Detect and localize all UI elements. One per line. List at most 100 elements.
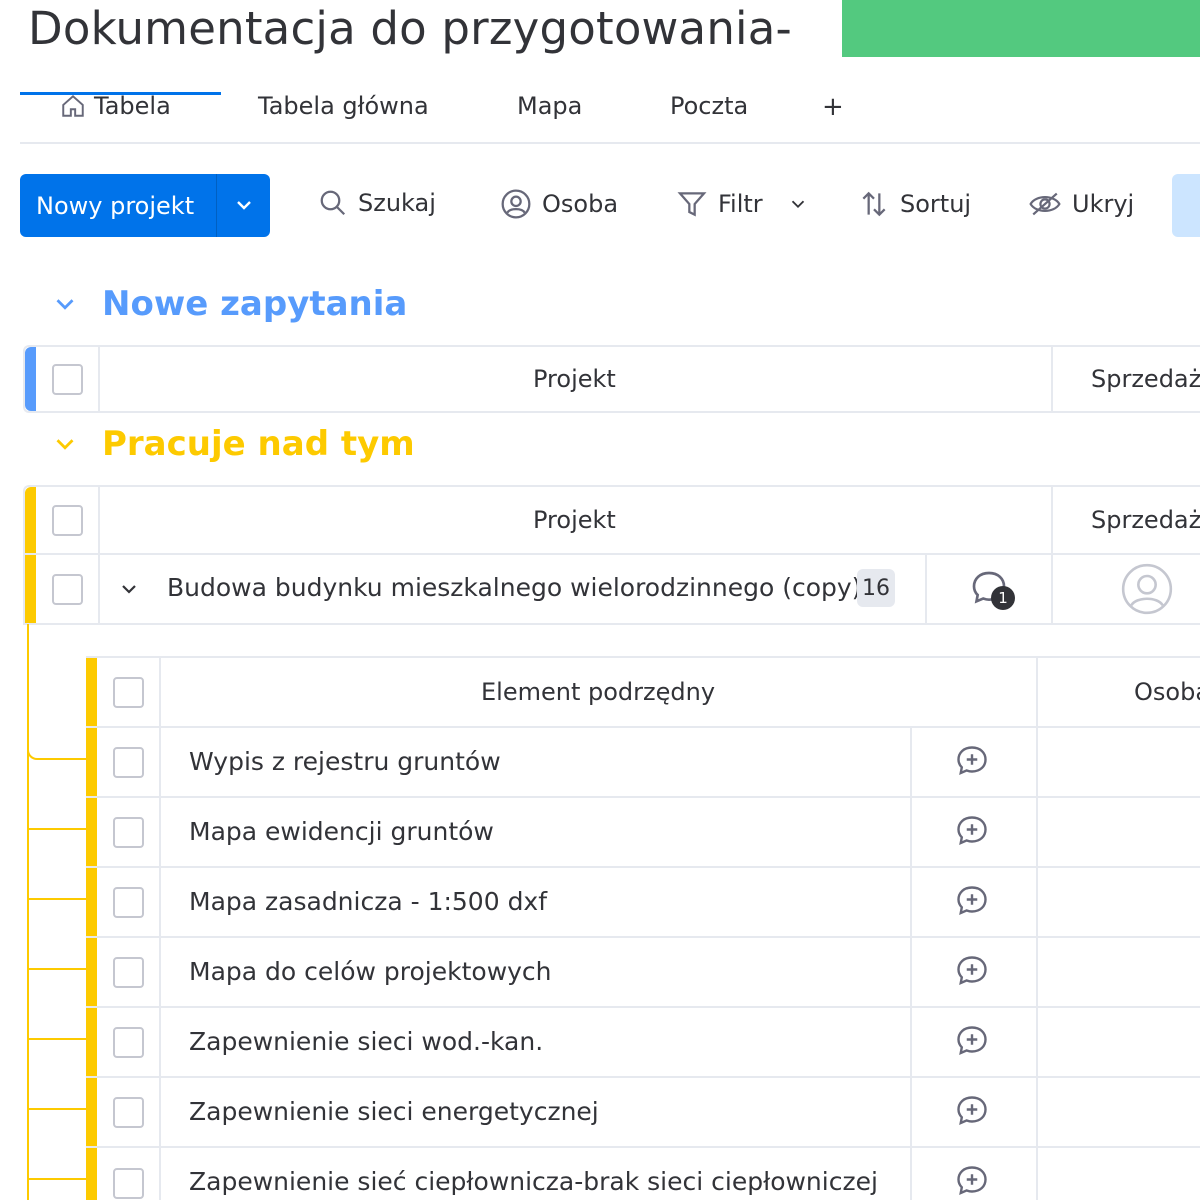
add-view-button[interactable]: +: [822, 92, 844, 122]
chevron-down-icon[interactable]: [787, 193, 809, 215]
filter-label: Filtr: [718, 190, 763, 218]
list-item[interactable]: Mapa do celów projektowych: [86, 938, 1200, 1008]
column-header-project[interactable]: Projekt: [533, 506, 616, 534]
subitem-connector: [27, 1108, 87, 1110]
person-label: Osoba: [542, 190, 619, 218]
row-checkbox[interactable]: [112, 1096, 144, 1128]
chevron-down-icon[interactable]: [50, 289, 80, 319]
add-update-icon[interactable]: [954, 743, 990, 779]
chevron-down-icon[interactable]: [232, 193, 256, 217]
hide-button[interactable]: Ukryj: [1028, 188, 1134, 220]
row-select-cell: [97, 1078, 161, 1146]
updates-button[interactable]: 1: [969, 568, 1015, 612]
subitem-name[interactable]: Zapewnienie sieć ciepłownicza-brak sieci…: [189, 1167, 878, 1196]
tab-tabela[interactable]: Tabela: [60, 92, 171, 120]
subitem-name[interactable]: Mapa ewidencji gruntów: [189, 817, 494, 846]
group-title-nowe-zapytania[interactable]: Nowe zapytania: [50, 284, 407, 324]
row-checkbox[interactable]: [112, 886, 144, 918]
group-title-label: Nowe zapytania: [102, 284, 408, 324]
subitem-connector: [27, 1178, 87, 1180]
plus-icon: +: [822, 92, 844, 122]
subitems-header-row: Element podrzędny Osoba: [86, 658, 1200, 728]
add-update-icon[interactable]: [954, 1023, 990, 1059]
chevron-down-icon[interactable]: [50, 429, 80, 459]
subitem-count-badge[interactable]: 16: [857, 569, 895, 607]
column-divider: [1036, 1078, 1038, 1146]
redacted-title-block: [842, 0, 1200, 57]
column-divider: [1036, 868, 1038, 936]
row-select-cell: [97, 938, 161, 1006]
add-update-icon[interactable]: [954, 883, 990, 919]
column-divider: [1036, 728, 1038, 796]
search-icon: [320, 190, 346, 216]
select-all-checkbox[interactable]: [112, 676, 144, 708]
row-checkbox[interactable]: [112, 1026, 144, 1058]
row-checkbox[interactable]: [112, 746, 144, 778]
subitem-name[interactable]: Mapa zasadnicza - 1:500 dxf: [189, 887, 547, 916]
list-item[interactable]: Wypis z rejestru gruntów: [86, 728, 1200, 798]
more-options-button[interactable]: [1172, 174, 1200, 237]
row-select-cell: [36, 555, 100, 623]
group-title-label: Pracuje nad tym: [102, 424, 415, 464]
person-filter-button[interactable]: Osoba: [500, 188, 618, 220]
add-update-icon[interactable]: [954, 953, 990, 989]
subitem-name[interactable]: Zapewnienie sieci wod.-kan.: [189, 1027, 543, 1056]
column-divider: [1036, 1148, 1038, 1200]
subitem-connector: [27, 1038, 87, 1040]
list-item[interactable]: Zapewnienie sieć ciepłownicza-brak sieci…: [86, 1148, 1200, 1200]
tab-label: Mapa: [517, 92, 583, 120]
column-divider: [1036, 798, 1038, 866]
subitem-connector: [27, 624, 87, 760]
item-name[interactable]: Budowa budynku mieszkalnego wielorodzinn…: [167, 573, 861, 602]
column-divider: [1051, 555, 1053, 623]
column-divider: [1036, 938, 1038, 1006]
search-button[interactable]: Szukaj: [318, 188, 436, 218]
row-checkbox[interactable]: [51, 573, 83, 605]
subitem-name[interactable]: Mapa do celów projektowych: [189, 957, 552, 986]
chevron-down-icon[interactable]: [117, 577, 141, 601]
column-divider: [910, 1008, 912, 1076]
column-header-sales[interactable]: Sprzedaż: [1091, 365, 1200, 393]
column-divider: [910, 1148, 912, 1200]
column-header-sales[interactable]: Sprzedaż: [1091, 506, 1200, 534]
row-checkbox[interactable]: [112, 956, 144, 988]
tab-label: Poczta: [670, 92, 749, 120]
subitem-name[interactable]: Zapewnienie sieci energetycznej: [189, 1097, 599, 1126]
new-project-button[interactable]: Nowy projekt: [20, 174, 270, 237]
update-count-badge: 1: [991, 586, 1015, 610]
tab-poczta[interactable]: Poczta: [670, 92, 748, 120]
add-update-icon[interactable]: [954, 813, 990, 849]
tab-mapa[interactable]: Mapa: [517, 92, 582, 120]
tab-label: Tabela: [94, 92, 171, 120]
sort-label: Sortuj: [900, 190, 972, 218]
add-update-icon[interactable]: [954, 1093, 990, 1129]
filter-button[interactable]: Filtr: [676, 188, 809, 220]
select-all-checkbox[interactable]: [51, 363, 83, 395]
group-title-pracuje-nad-tym[interactable]: Pracuje nad tym: [50, 424, 415, 464]
subitem-name[interactable]: Wypis z rejestru gruntów: [189, 747, 501, 776]
tab-tabela-glowna[interactable]: Tabela główna: [258, 92, 429, 120]
board-toolbar: Nowy projekt Szukaj Osoba Filtr Sortuj U…: [0, 174, 1200, 238]
list-item[interactable]: Mapa zasadnicza - 1:500 dxf: [86, 868, 1200, 938]
list-item[interactable]: Zapewnienie sieci energetycznej: [86, 1078, 1200, 1148]
add-update-icon[interactable]: [954, 1163, 990, 1199]
table-header-row: Projekt Sprzedaż: [25, 487, 1200, 555]
new-project-label: Nowy projekt: [36, 191, 195, 220]
person-avatar-icon[interactable]: [1121, 563, 1173, 615]
column-header-person[interactable]: Osoba: [1134, 678, 1200, 706]
list-item[interactable]: Zapewnienie sieci wod.-kan.: [86, 1008, 1200, 1078]
select-all-cell: [36, 347, 100, 411]
home-icon: [62, 94, 84, 117]
select-all-cell: [36, 487, 100, 553]
row-select-cell: [97, 868, 161, 936]
sort-button[interactable]: Sortuj: [858, 188, 971, 220]
select-all-checkbox[interactable]: [51, 504, 83, 536]
group-table-pracuje-nad-tym: Projekt Sprzedaż Budowa budynku mieszkal…: [23, 485, 1200, 625]
row-checkbox[interactable]: [112, 816, 144, 848]
column-header-project[interactable]: Projekt: [533, 365, 616, 393]
row-checkbox[interactable]: [112, 1167, 144, 1199]
column-header-subitem[interactable]: Element podrzędny: [481, 678, 715, 706]
list-item[interactable]: Mapa ewidencji gruntów: [86, 798, 1200, 868]
column-divider: [910, 938, 912, 1006]
table-row[interactable]: Budowa budynku mieszkalnego wielorodzinn…: [25, 555, 1200, 623]
